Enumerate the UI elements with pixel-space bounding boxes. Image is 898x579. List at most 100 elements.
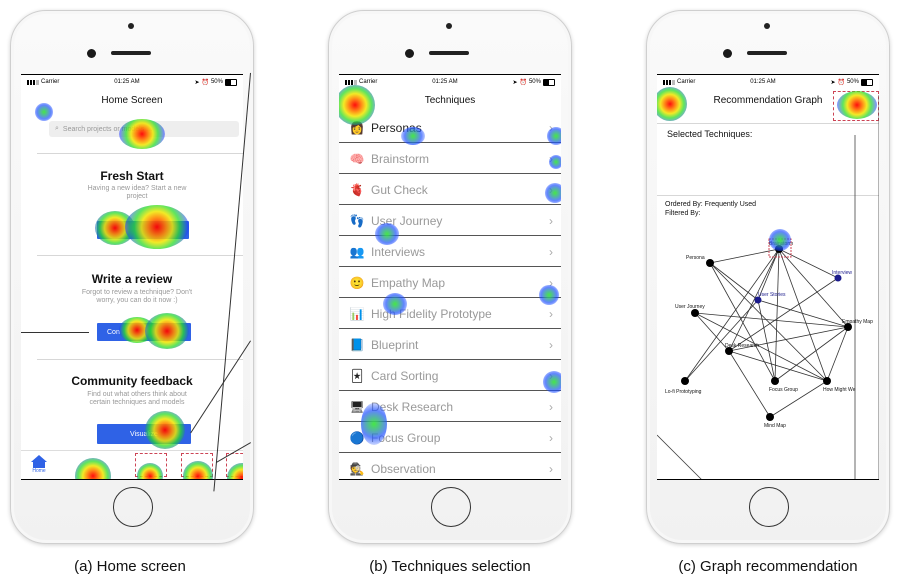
graph-node[interactable] — [766, 413, 774, 421]
graph-node-label: Lo-fi Prototyping — [665, 389, 702, 395]
technique-row[interactable]: 🫀 Gut Check › — [339, 175, 561, 205]
sensor-dot — [128, 23, 134, 29]
sensor-dot — [764, 23, 770, 29]
technique-label: Desk Research — [371, 399, 454, 414]
gut-icon: 🫀 — [349, 182, 365, 197]
write-review-subtitle: Forgot to review a technique? Don't worr… — [81, 289, 193, 304]
new-project-button[interactable] — [97, 221, 189, 239]
battery-percent: 50% — [528, 79, 541, 85]
search-icon: ⌕ — [55, 125, 59, 132]
graph-edge — [709, 262, 759, 301]
location-icon: ➤ — [194, 79, 200, 86]
tab-item[interactable] — [181, 453, 213, 477]
technique-row[interactable]: 👥 Interviews › — [339, 237, 561, 267]
chevron-right-icon: › — [549, 120, 553, 135]
home-hardware-button[interactable] — [749, 487, 789, 527]
technique-label: Blueprint — [371, 337, 419, 352]
tab-bar: Home — [21, 450, 243, 479]
community-feedback-title: Community feedback — [71, 374, 193, 388]
technique-row[interactable]: 📊 High Fidelity Prototype › — [339, 299, 561, 329]
observation-icon: 🕵 — [349, 461, 365, 476]
graph-node-label: How Might We — [823, 387, 856, 393]
location-icon: ➤ — [512, 79, 518, 86]
graph-node[interactable] — [706, 259, 714, 267]
technique-label: Brainstorm — [371, 151, 430, 166]
chevron-right-icon: › — [549, 399, 553, 414]
graph-node-label: Desk Research — [725, 343, 759, 349]
chevron-right-icon: › — [549, 182, 553, 197]
graph-node[interactable] — [691, 309, 699, 317]
search-input[interactable]: ⌕ Search projects or models ... — [49, 121, 239, 137]
technique-row[interactable]: 🃏 Card Sorting › — [339, 361, 561, 391]
gaze-trace-line — [21, 332, 89, 333]
chevron-right-icon: › — [549, 337, 553, 352]
chevron-right-icon: › — [549, 151, 553, 166]
search-placeholder: Search projects or models ... — [62, 125, 153, 133]
technique-row[interactable]: 👩 Personas › — [339, 113, 561, 143]
chevron-right-icon: › — [549, 461, 553, 476]
desk-icon: 🖥 — [349, 399, 365, 414]
carrier-label: Carrier — [359, 79, 378, 85]
divider — [37, 153, 243, 154]
chevron-right-icon: › — [549, 244, 553, 259]
graph-node[interactable] — [681, 377, 689, 385]
camera — [723, 49, 732, 58]
gaze-trace-line — [657, 434, 702, 479]
cards-icon: 🃏 — [350, 368, 364, 383]
visualize-button[interactable]: Visualize — [97, 424, 191, 444]
graph-edge — [757, 299, 776, 382]
technique-row[interactable]: 🖥 Desk Research › — [339, 392, 561, 422]
prototype-icon: 📊 — [349, 306, 365, 321]
tab-item[interactable] — [226, 453, 243, 477]
alarm-icon: ⏰ — [519, 79, 527, 86]
signal-icon — [345, 79, 357, 85]
graph-node[interactable] — [771, 377, 779, 385]
home-hardware-button[interactable] — [113, 487, 153, 527]
graph-node[interactable] — [823, 377, 831, 385]
graph-screen: Carrier 01:25 AM ➤ ⏰ 50% Recommendation Gr… — [657, 74, 879, 480]
graph-node-label: Interview — [832, 270, 852, 276]
battery-icon — [224, 78, 237, 86]
alarm-icon: ⏰ — [201, 79, 209, 86]
fresh-start-subtitle: Having a new idea? Start a new project — [87, 185, 187, 200]
chevron-right-icon: › — [549, 430, 553, 445]
write-review-title: Write a review — [91, 272, 173, 286]
chevron-right-icon: › — [549, 275, 553, 290]
phone-home: Carrier 01:25 AM ➤ ⏰ 50% Home Screen ⌕ Sea… — [10, 10, 254, 544]
technique-row[interactable]: 🕵 Observation › — [339, 454, 561, 479]
tab-home[interactable]: Home — [29, 455, 49, 474]
battery-percent: 50% — [210, 79, 223, 85]
technique-row[interactable]: 👣 User Journey › — [339, 206, 561, 236]
sensor-dot — [446, 23, 452, 29]
phone-graph: Carrier 01:25 AM ➤ ⏰ 50% Recommendation Gr… — [646, 10, 890, 544]
status-time: 01:25 AM — [432, 79, 458, 85]
technique-row[interactable]: 🙂 Empathy Map › — [339, 268, 561, 298]
recommendation-graph[interactable]: Brainstorm Persona Interview User Stories Us… — [657, 75, 879, 479]
technique-row[interactable]: 🧠 Brainstorm › — [339, 144, 561, 174]
chevron-right-icon: › — [549, 368, 553, 383]
technique-row[interactable]: 📘 Blueprint › — [339, 330, 561, 360]
tab-item[interactable] — [135, 453, 167, 477]
graph-node-label: Persona — [686, 255, 705, 261]
chevron-right-icon: › — [549, 213, 553, 228]
home-hardware-button[interactable] — [431, 487, 471, 527]
chevron-right-icon: › — [549, 306, 553, 321]
caption-home: (a) Home screen — [74, 558, 186, 575]
status-bar: Carrier 01:25 AM ➤ ⏰ 50% — [339, 75, 561, 89]
signal-icon — [27, 79, 39, 85]
technique-row[interactable]: 🔵 Focus Group › — [339, 423, 561, 453]
community-feedback-subtitle: Find out what others think about certain… — [87, 391, 187, 406]
graph-edge — [774, 248, 780, 382]
graph-node-label: Brainstorm — [769, 241, 793, 247]
graph-edge — [778, 248, 849, 328]
continue-review-button[interactable]: Con — [97, 323, 191, 341]
graph-node-label: Mind Map — [764, 423, 786, 429]
phone-techniques: Carrier 01:25 AM ➤ ⏰ 50% Techniques 👩 Perso… — [328, 10, 572, 544]
techniques-screen: Carrier 01:25 AM ➤ ⏰ 50% Techniques 👩 Perso… — [339, 74, 561, 480]
brain-icon: 🧠 — [349, 151, 365, 166]
technique-label: Observation — [371, 461, 436, 476]
graph-edge — [694, 312, 730, 352]
page-title: Home Screen — [101, 95, 163, 106]
graph-node-label: User Journey — [675, 304, 705, 310]
technique-label: Focus Group — [371, 430, 441, 445]
